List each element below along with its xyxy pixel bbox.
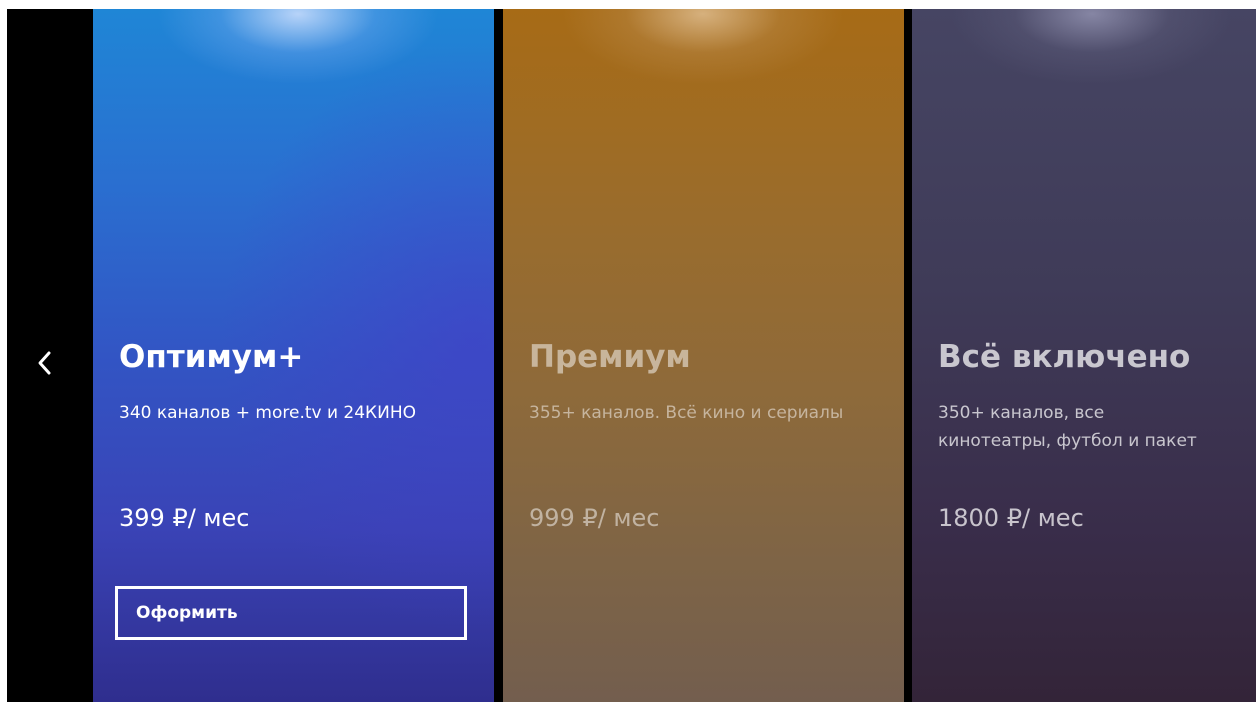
plan-price: 999 ₽/ мес [529, 504, 660, 532]
plan-description: 355+ каналов. Всё кино и сериалы [529, 403, 844, 423]
plan-title: Премиум [529, 339, 691, 375]
plan-card-all-included[interactable]: Всё включено 350+ каналов, все кинотеатр… [912, 9, 1256, 702]
tariff-screen: Оптимум+ 340 каналов + more.tv и 24КИНО … [7, 9, 1256, 702]
back-button[interactable] [33, 343, 57, 383]
plan-title: Всё включено [938, 339, 1191, 375]
plan-card-optimum[interactable]: Оптимум+ 340 каналов + more.tv и 24КИНО … [93, 9, 494, 702]
plan-description: 350+ каналов, все кинотеатры, футбол и п… [938, 403, 1197, 451]
chevron-left-icon [38, 351, 51, 375]
plan-description: 340 каналов + more.tv и 24КИНО [119, 403, 417, 423]
plan-title: Оптимум+ [119, 339, 304, 375]
plan-price: 399 ₽/ мес [119, 504, 250, 532]
subscribe-button[interactable]: Оформить [115, 586, 467, 640]
plan-price: 1800 ₽/ мес [938, 504, 1084, 532]
plan-card-premium[interactable]: Премиум 355+ каналов. Всё кино и сериалы… [503, 9, 904, 702]
